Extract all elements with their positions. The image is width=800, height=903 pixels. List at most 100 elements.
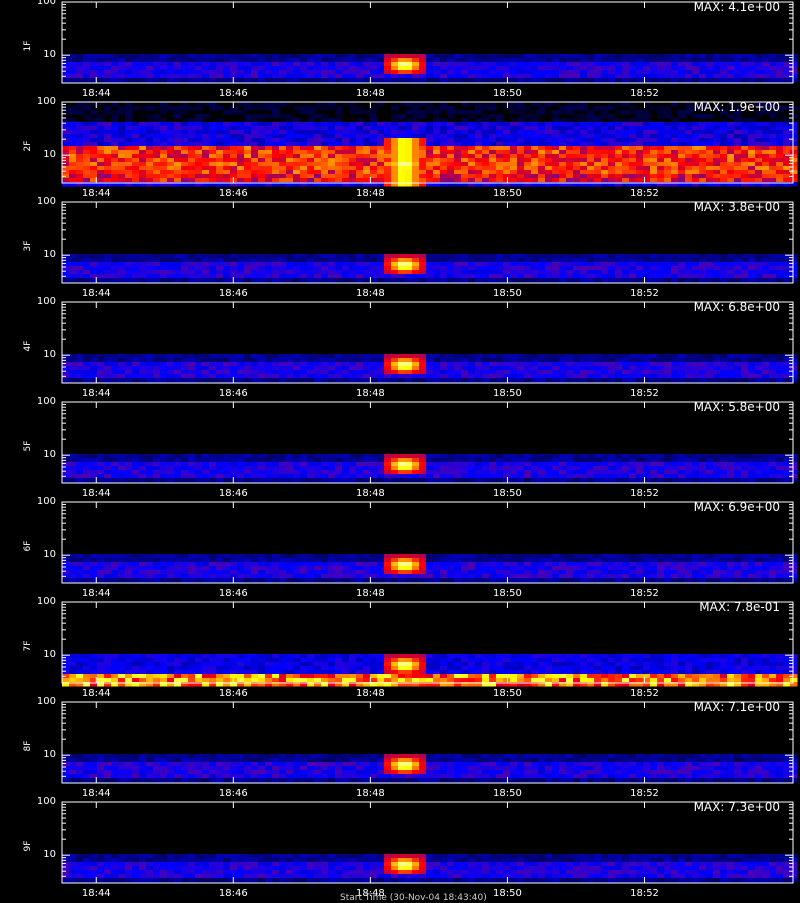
heatmap-cell xyxy=(482,142,490,147)
heatmap-cell xyxy=(230,66,238,71)
heatmap-cell xyxy=(615,454,623,459)
heatmap-cell xyxy=(230,58,238,63)
heatmap-cell xyxy=(181,174,189,179)
heatmap-cell xyxy=(412,130,420,135)
heatmap-cell xyxy=(335,106,343,111)
heatmap-cell xyxy=(363,454,371,459)
heatmap-cell xyxy=(104,366,112,371)
heatmap-cell xyxy=(132,274,140,279)
heatmap-cell xyxy=(370,66,378,71)
heatmap-cell xyxy=(286,474,294,479)
heatmap-cell xyxy=(167,70,175,75)
heatmap-cell xyxy=(321,78,329,83)
heatmap-cell xyxy=(433,274,441,279)
heatmap-cell xyxy=(405,458,413,463)
heatmap-cell xyxy=(706,134,714,139)
heatmap-cell xyxy=(482,366,490,371)
heatmap-cell xyxy=(573,454,581,459)
heatmap-cell xyxy=(615,470,623,475)
heatmap-cell xyxy=(307,478,315,483)
heatmap-cell xyxy=(405,170,413,175)
heatmap-cell xyxy=(405,466,413,471)
heatmap-cell xyxy=(552,278,560,283)
heatmap-cell xyxy=(69,354,77,359)
heatmap-cell xyxy=(139,366,147,371)
heatmap-cell xyxy=(76,138,84,143)
heatmap-cell xyxy=(601,106,609,111)
heatmap-cell xyxy=(664,114,672,119)
heatmap-cell xyxy=(363,134,371,139)
heatmap-cell xyxy=(594,378,602,383)
heatmap-cell xyxy=(622,174,630,179)
heatmap-cell xyxy=(601,150,609,155)
heatmap-cell xyxy=(405,158,413,163)
heatmap-cell xyxy=(657,358,665,363)
heatmap-cell xyxy=(209,178,217,183)
heatmap-cell xyxy=(748,370,756,375)
heatmap-cell xyxy=(125,178,133,183)
heatmap-cell xyxy=(573,74,581,79)
heatmap-cell xyxy=(594,254,602,259)
heatmap-cell xyxy=(335,158,343,163)
heatmap-cell xyxy=(517,454,525,459)
heatmap-cell xyxy=(566,70,574,75)
heatmap-cell xyxy=(293,266,301,271)
heatmap-cell xyxy=(629,266,637,271)
heatmap-cell xyxy=(734,114,742,119)
heatmap-cell xyxy=(370,122,378,127)
heatmap-cell xyxy=(356,458,364,463)
heatmap-cell xyxy=(545,70,553,75)
heatmap-cell xyxy=(755,122,763,127)
heatmap-cell xyxy=(195,470,203,475)
heatmap-cell xyxy=(202,142,210,147)
heatmap-cell xyxy=(342,170,350,175)
heatmap-cell xyxy=(608,478,616,483)
heatmap-cell xyxy=(405,162,413,167)
heatmap-cell xyxy=(307,274,315,279)
heatmap-cell xyxy=(608,274,616,279)
heatmap-cell xyxy=(300,138,308,143)
heatmap-cell xyxy=(454,130,462,135)
heatmap-cell xyxy=(83,162,91,167)
heatmap-cell xyxy=(405,134,413,139)
heatmap-cell xyxy=(426,150,434,155)
heatmap-cell xyxy=(580,122,588,127)
heatmap-cell xyxy=(699,258,707,263)
heatmap-cell xyxy=(580,278,588,283)
heatmap-cell xyxy=(307,366,315,371)
heatmap-cell xyxy=(559,166,567,171)
heatmap-cell xyxy=(335,470,343,475)
heatmap-cell xyxy=(370,154,378,159)
heatmap-cell xyxy=(594,270,602,275)
heatmap-cell xyxy=(664,270,672,275)
heatmap-cell xyxy=(580,358,588,363)
heatmap-cell xyxy=(580,362,588,367)
heatmap-cell xyxy=(139,150,147,155)
heatmap-cell xyxy=(356,162,364,167)
heatmap-cell xyxy=(587,138,595,143)
heatmap-cell xyxy=(461,170,469,175)
heatmap-cell xyxy=(181,134,189,139)
heatmap-cell xyxy=(349,110,357,115)
heatmap-cell xyxy=(573,370,581,375)
heatmap-cell xyxy=(531,254,539,259)
heatmap-cell xyxy=(349,162,357,167)
heatmap-cell xyxy=(461,66,469,71)
heatmap-cell xyxy=(636,374,644,379)
heatmap-cell xyxy=(762,178,770,183)
heatmap-cell xyxy=(489,354,497,359)
heatmap-cell xyxy=(83,258,91,263)
heatmap-cell xyxy=(454,70,462,75)
heatmap-cell xyxy=(62,162,70,167)
heatmap-cell xyxy=(622,458,630,463)
heatmap-cell xyxy=(258,154,266,159)
heatmap-cell xyxy=(678,362,686,367)
heatmap-cell xyxy=(300,254,308,259)
heatmap-cell xyxy=(412,158,420,163)
heatmap-cell xyxy=(146,142,154,147)
heatmap-cell xyxy=(517,54,525,59)
heatmap-cell xyxy=(132,466,140,471)
heatmap-cell xyxy=(685,150,693,155)
heatmap-cell xyxy=(76,374,84,379)
heatmap-cell xyxy=(580,178,588,183)
